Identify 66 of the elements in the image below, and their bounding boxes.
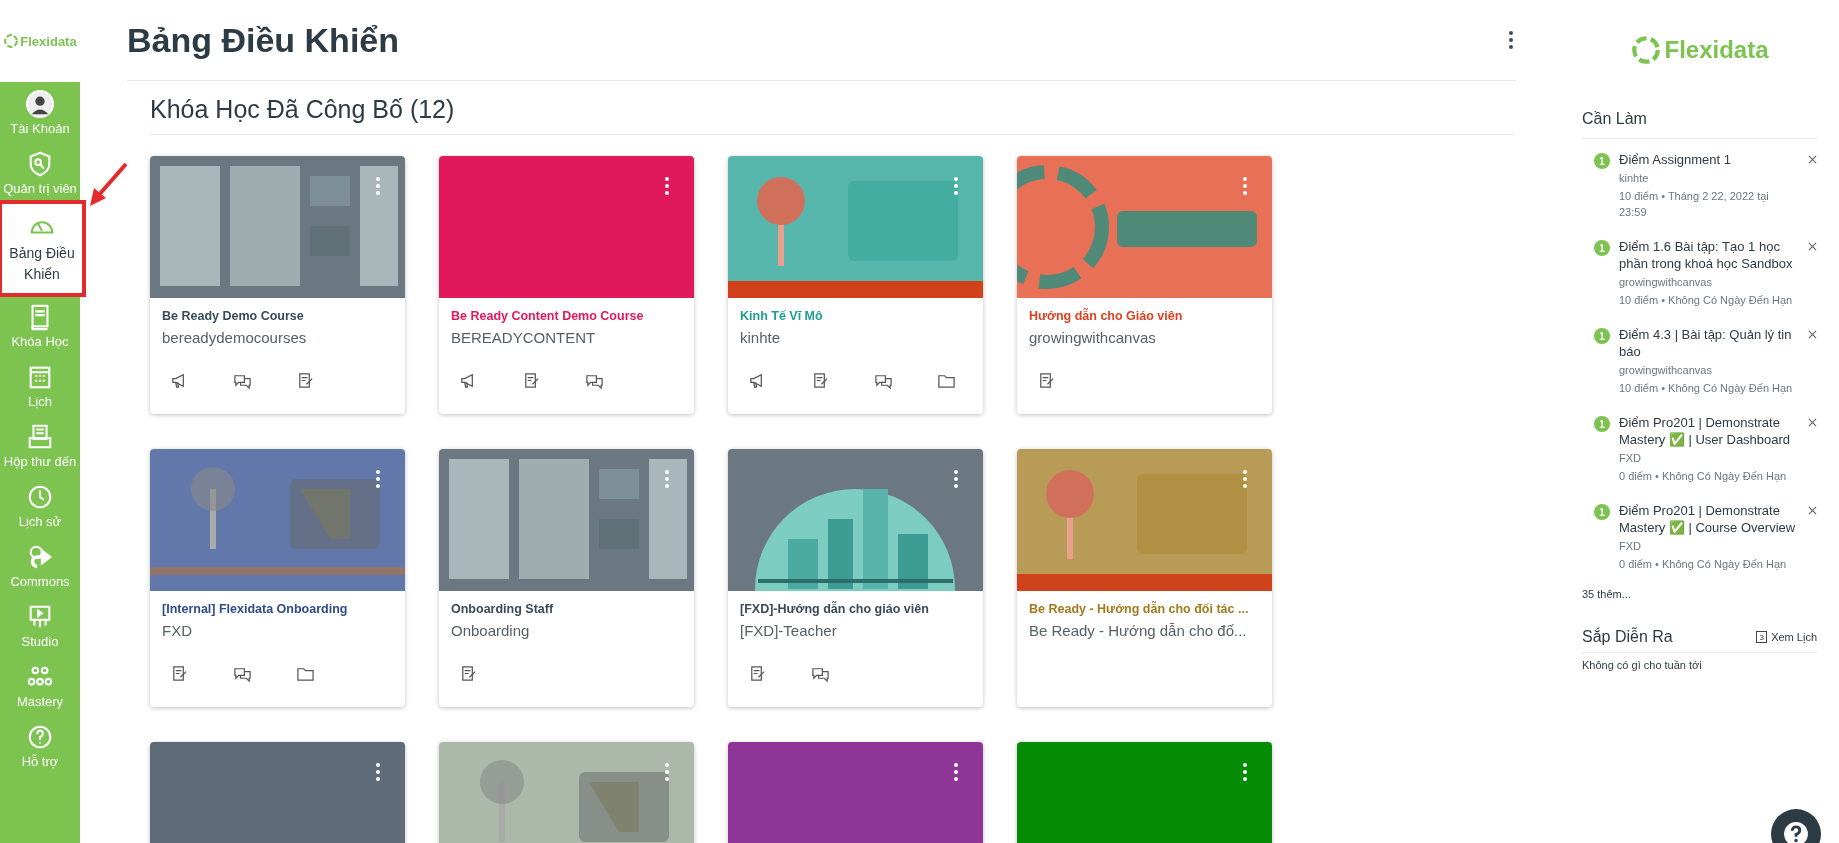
- todo-meta: 10 điểm • Tháng 2 22, 2022 tại 23:59: [1619, 189, 1770, 220]
- todo-course: FXD: [1619, 451, 1642, 466]
- todo-link[interactable]: Điểm 4.3 | Bài tập: Quản lý tin báo: [1619, 326, 1799, 360]
- close-icon[interactable]: [1808, 506, 1817, 515]
- course-card[interactable]: [Internal] Flexidata Onboarding FXD: [150, 449, 405, 707]
- todo-link[interactable]: Điểm Pro201 | Demonstrate Mastery ✅ | Course Overview: [1619, 502, 1799, 536]
- nav-item[interactable]: Bảng Điều Khiển: [0, 202, 84, 295]
- count-badge: 1: [1594, 416, 1610, 432]
- count-badge: 1: [1594, 153, 1610, 169]
- todo-course: growingwithcanvas: [1619, 363, 1713, 378]
- course-code: FXD: [162, 622, 193, 639]
- course-card[interactable]: Kinh Tế Vĩ Mô kinhte: [728, 156, 983, 414]
- course-code: kinhte: [740, 329, 782, 346]
- count-badge: 1: [1594, 504, 1610, 520]
- course-card[interactable]: Be Ready - Hướng dẫn cho đối tác ... Be Ready - Hướng dẫn cho đố...: [1017, 449, 1272, 707]
- course-code: bereadydemocourses: [162, 329, 308, 346]
- assignment-icon[interactable]: [170, 664, 189, 683]
- upcoming-heading: Sắp Diễn Ra: [1582, 628, 1673, 646]
- count-badge: 1: [1594, 328, 1610, 344]
- close-icon[interactable]: [1808, 330, 1817, 339]
- course-card[interactable]: Be Ready Content Demo Course BEREADYCONTENT: [439, 156, 694, 414]
- course-code: BEREADYCONTENT: [451, 329, 597, 346]
- calendar-link[interactable]: 3 Xem Lịch: [1756, 631, 1817, 643]
- course-code: [FXD]-Teacher: [740, 622, 838, 639]
- todo-link[interactable]: Điểm 1.6 Bài tập: Tạo 1 học phần trong khoá học Sandbox: [1619, 238, 1799, 272]
- course-card[interactable]: Be Ready Demo Course bereadydemocourses: [150, 156, 405, 414]
- assignment-icon[interactable]: [1037, 371, 1056, 390]
- todo-meta: 10 điểm • Không Có Ngày Đến Hạn: [1619, 293, 1794, 308]
- course-title[interactable]: [Internal] Flexidata Onboarding: [162, 602, 393, 616]
- course-card[interactable]: Onboarding Staff Onboarding: [439, 449, 694, 707]
- close-icon[interactable]: [1808, 242, 1817, 251]
- todo-link[interactable]: Điểm Assignment 1: [1619, 151, 1799, 168]
- todo-heading: Cần Làm: [1582, 110, 1817, 139]
- course-title[interactable]: Hướng dẫn cho Giáo viên: [1029, 309, 1260, 323]
- todo-meta: 0 điểm • Không Có Ngày Đến Hạn: [1619, 469, 1788, 484]
- assignment-icon[interactable]: [296, 371, 315, 390]
- course-title[interactable]: Be Ready - Hướng dẫn cho đối tác ...: [1029, 602, 1260, 616]
- close-icon[interactable]: [1808, 418, 1817, 427]
- todo-meta: 0 điểm • Không Có Ngày Đến Hạn: [1619, 557, 1788, 572]
- course-title[interactable]: [FXD]-Hướng dẫn cho giáo viên: [740, 602, 971, 616]
- todo-meta: 10 điểm • Không Có Ngày Đến Hạn: [1619, 381, 1794, 396]
- annotation-arrow: [88, 162, 128, 208]
- avatar-icon[interactable]: [26, 90, 54, 118]
- course-card[interactable]: [FXD]-Hướng dẫn cho giáo viên [FXD]-Teacher: [728, 449, 983, 707]
- course-title[interactable]: Onboarding Staff: [451, 602, 682, 616]
- course-code: Onboarding: [451, 622, 531, 639]
- assignment-icon[interactable]: [811, 371, 830, 390]
- course-card[interactable]: Hướng dẫn cho Giáo viên growingwithcanvas: [1017, 156, 1272, 414]
- course-title[interactable]: Be Ready Demo Course: [162, 309, 393, 323]
- help-icon[interactable]: [1783, 821, 1809, 843]
- course-code: growingwithcanvas: [1029, 329, 1157, 346]
- todo-course: FXD: [1619, 539, 1642, 554]
- course-code: Be Ready - Hướng dẫn cho đố...: [1029, 622, 1248, 639]
- empty-message: Không có gì cho tuần tới: [1582, 659, 1703, 671]
- todo-link[interactable]: Điểm Pro201 | Demonstrate Mastery ✅ | User Dashboard: [1619, 414, 1799, 448]
- todo-course: growingwithcanvas: [1619, 275, 1713, 290]
- assignment-icon[interactable]: [459, 664, 478, 683]
- count-badge: 1: [1594, 240, 1610, 256]
- page-title: Bảng Điều Khiển: [127, 20, 400, 60]
- more-link[interactable]: 35 thêm...: [1582, 588, 1817, 600]
- close-icon[interactable]: [1808, 155, 1817, 164]
- todo-course: kinhte: [1619, 171, 1650, 186]
- course-title[interactable]: Be Ready Content Demo Course: [451, 309, 682, 323]
- assignment-icon[interactable]: [522, 371, 541, 390]
- assignment-icon[interactable]: [748, 664, 767, 683]
- section-title: Khóa Học Đã Công Bố (12): [150, 95, 1514, 135]
